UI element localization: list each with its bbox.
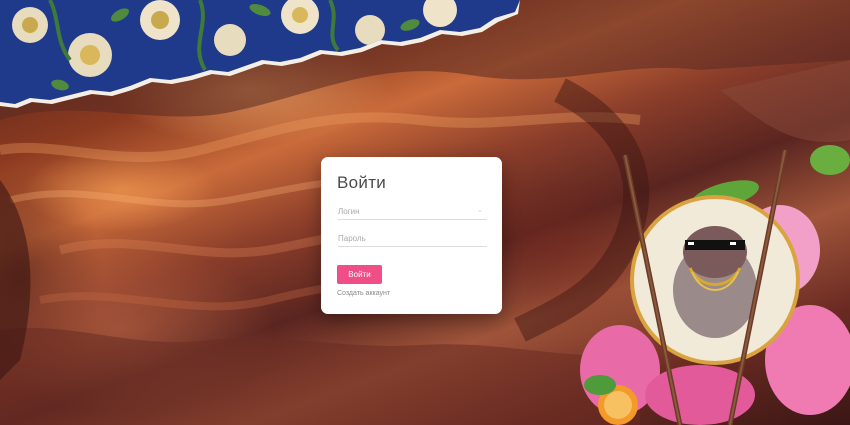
login-card: Войти ⌄ Войти Создать аккаунт (321, 157, 502, 314)
chevron-down-icon: ⌄ (477, 207, 483, 214)
create-account-link[interactable]: Создать аккаунт (337, 290, 390, 297)
login-title: Войти (337, 173, 387, 192)
floral-torn-paper (0, 0, 520, 108)
sparrow-collage-decoration (580, 145, 850, 425)
password-input[interactable] (338, 230, 487, 247)
login-button[interactable]: Войти (337, 265, 382, 284)
login-input[interactable] (338, 203, 487, 220)
